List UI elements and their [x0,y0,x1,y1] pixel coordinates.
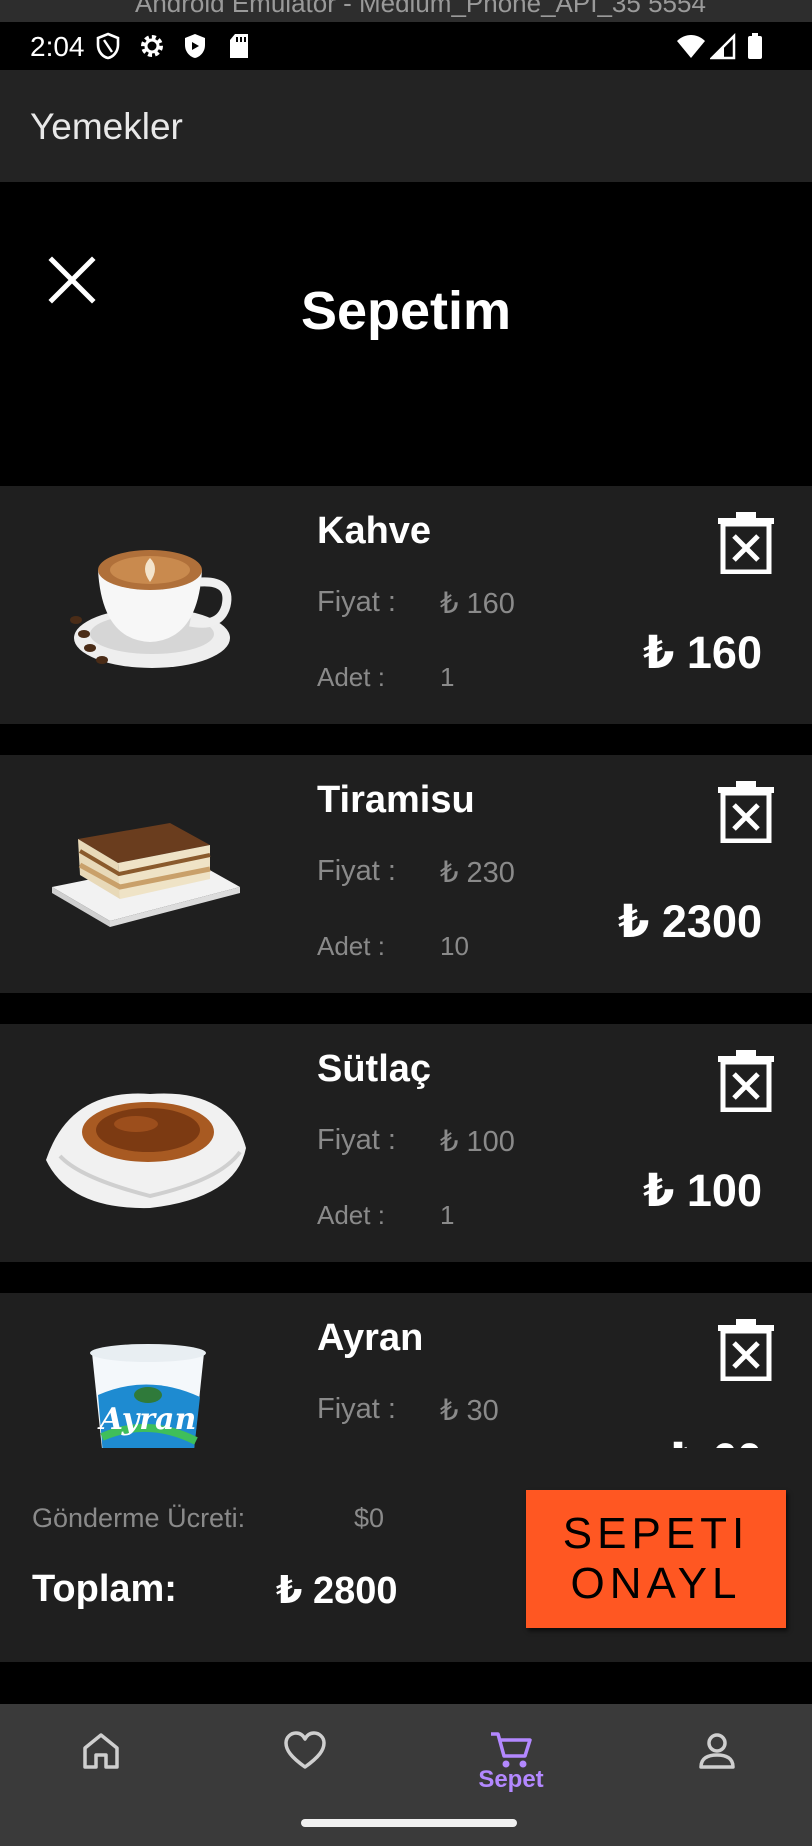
app-title: Yemekler [30,106,183,147]
shipping-label: Gönderme Ücreti: [32,1503,246,1533]
sd-card-icon [228,32,250,60]
price-label: Fiyat : [317,1393,396,1425]
home-indicator[interactable] [301,1819,517,1827]
settings-icon [138,32,166,60]
item-total: ₺ 2300 [618,896,762,947]
quantity-label: Adet : [317,931,385,961]
nav-cart[interactable]: Sepet [456,1730,566,1800]
delete-icon [718,1319,774,1382]
total-value: ₺ 2800 [276,1570,398,1612]
item-total: ₺ 100 [643,1165,762,1216]
price-label: Fiyat : [317,855,396,887]
item-quantity: 10 [440,931,469,961]
item-quantity: 1 [440,1200,455,1230]
item-price: ₺ 30 [440,1395,499,1427]
status-bar: 2:04 [0,22,812,70]
cart-icon [491,1732,532,1768]
tiramisu-image [40,779,250,969]
item-total: ₺ 60 [668,1433,762,1448]
status-time: 2:04 [30,31,85,62]
battery-icon [746,32,764,60]
emulator-title: Android Emulator - Medium_Phone_API_35 5… [135,0,706,18]
delete-icon [718,781,774,844]
home-icon [83,1733,119,1769]
delete-button[interactable] [716,1048,776,1113]
confirm-button-line2: ONAYL [570,1559,742,1608]
quantity-label: Adet : [317,1200,385,1230]
price-label: Fiyat : [317,1124,396,1156]
app-bar: Yemekler [0,70,812,182]
delete-button[interactable] [716,779,776,844]
confirm-button-line1: SEPETI [562,1509,750,1558]
cart-item-tiramisu: Tiramisu Fiyat : ₺ 230 Adet : 10 ₺ 2300 [0,755,812,993]
nav-cart-label: Sepet [478,1766,544,1793]
coffee-image [40,510,250,700]
item-price: ₺ 160 [440,588,515,620]
confirm-cart-button[interactable]: SEPETI ONAYL [526,1490,786,1628]
shield-icon [96,32,120,60]
nav-favorites[interactable] [250,1730,360,1800]
delete-button[interactable] [716,1317,776,1382]
item-name: Sütlaç [317,1048,432,1090]
item-quantity: 1 [440,662,455,692]
quantity-label: Adet : [317,662,385,692]
cart-item-sutlac: Sütlaç Fiyat : ₺ 100 Adet : 1 ₺ 100 [0,1024,812,1262]
item-price: ₺ 100 [440,1126,515,1158]
item-name: Tiramisu [317,779,475,821]
nav-home[interactable] [46,1730,156,1800]
total-label: Toplam: [32,1568,177,1610]
sutlac-image [40,1048,250,1238]
item-price: ₺ 230 [440,857,515,889]
nav-profile[interactable] [662,1730,772,1800]
delete-icon [718,512,774,575]
svg-text:Ayran: Ayran [97,1402,197,1437]
cart-item-kahve: Kahve Fiyat : ₺ 160 Adet : 1 ₺ 160 [0,486,812,724]
play-protect-icon [183,32,207,60]
shipping-value: $0 [354,1503,385,1533]
cart-list[interactable]: Kahve Fiyat : ₺ 160 Adet : 1 ₺ 160 Tiram… [0,486,812,1448]
delete-icon [718,1050,774,1113]
price-label: Fiyat : [317,586,396,618]
item-name: Ayran [317,1317,424,1359]
cart-item-ayran: Ayran Ayran Fiyat : ₺ 30 ₺ 60 [0,1293,812,1448]
cart-summary: Gönderme Ücreti: $0 Toplam: ₺ 2800 SEPET… [0,1448,812,1662]
delete-button[interactable] [716,510,776,575]
signal-icon [710,32,736,60]
wifi-icon [676,32,706,60]
item-name: Kahve [317,510,432,552]
person-icon [699,1733,735,1769]
sheet-title: Sepetim [300,281,512,341]
heart-icon [284,1731,326,1769]
item-total: ₺ 160 [643,627,762,678]
emulator-title-bar: Android Emulator - Medium_Phone_API_35 5… [0,0,812,22]
ayran-image: Ayran [40,1317,250,1448]
